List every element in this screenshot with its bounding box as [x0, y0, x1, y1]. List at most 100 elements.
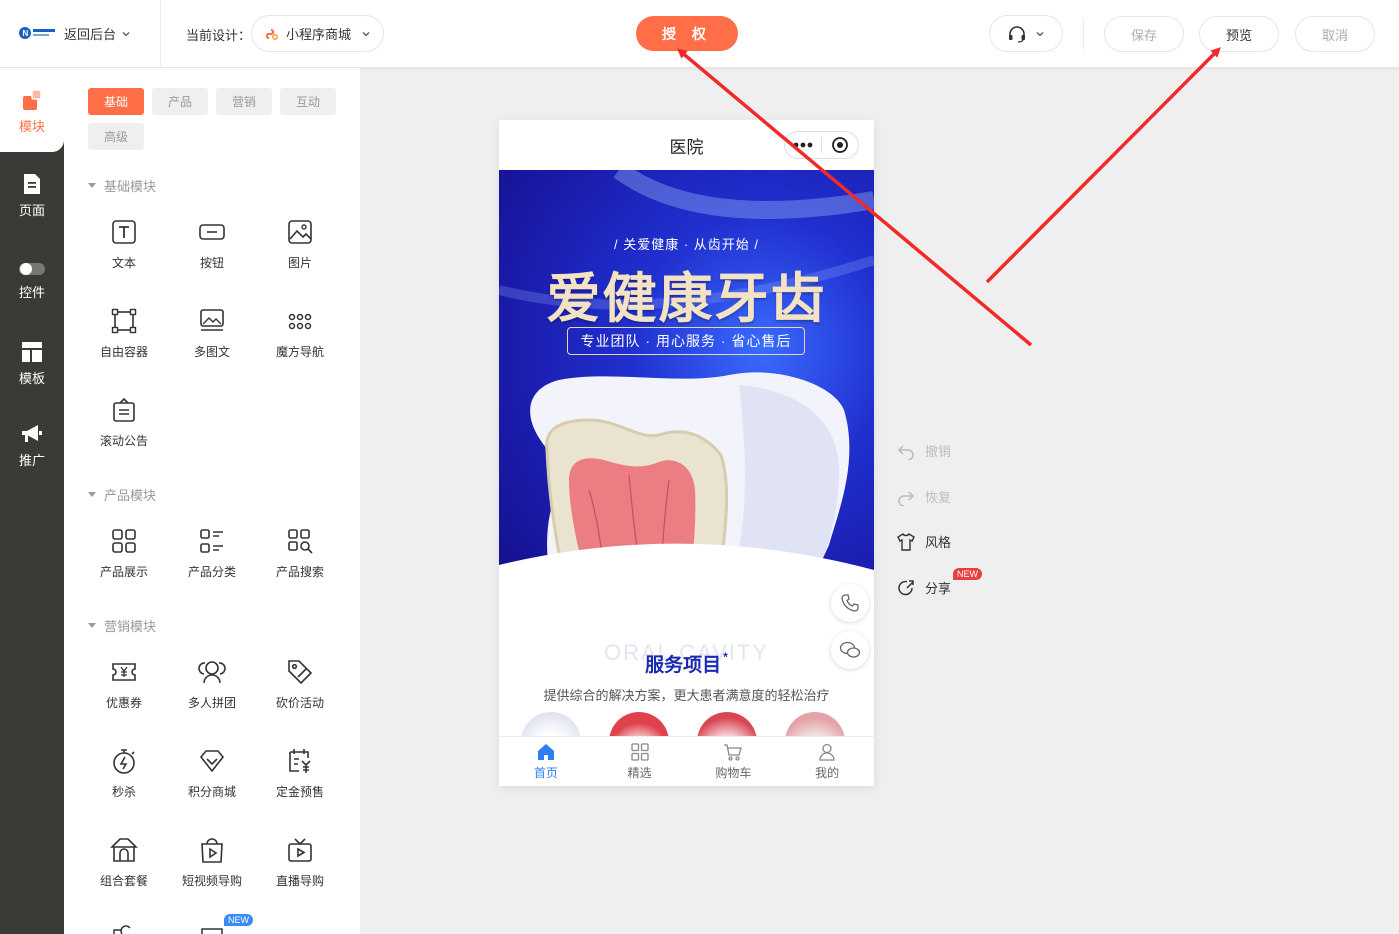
banner-subtitle: / 关爱健康 · 从齿开始 / — [613, 237, 759, 252]
component-label: 自由容器 — [99, 345, 148, 359]
phone-preview: / 关爱健康 · 从齿开始 / 爱健康牙齿 专业团队 · 用心服务 · 省心售后… — [499, 120, 874, 786]
tabbar-label: 我的 — [815, 766, 840, 780]
component-label: 定金预售 — [275, 785, 324, 799]
component-label: 滚动公告 — [99, 434, 148, 448]
component-coupon[interactable]: 优惠券 — [80, 658, 168, 711]
component-label: 砍价活动 — [275, 696, 324, 710]
product-category-icon — [200, 529, 223, 553]
authorize-button[interactable]: 授 权 — [636, 16, 738, 51]
button-icon — [199, 224, 225, 240]
tabbar-home[interactable]: 首页 — [499, 737, 593, 786]
chevron-down-icon — [1036, 31, 1044, 36]
component-label: 多图文 — [193, 345, 230, 359]
partial-component-icon — [113, 925, 131, 934]
nav-item-page[interactable]: 页面 — [0, 172, 64, 219]
miniprogram-icon — [265, 28, 279, 40]
component-image[interactable]: 图片 — [256, 218, 344, 271]
component-label: 文本 — [111, 256, 136, 270]
service-description: 提供综合的解决方案，更大患者满意度的轻松治疗 — [543, 688, 830, 703]
component-multi-image-text[interactable]: 多图文 — [168, 307, 256, 360]
page-icon — [24, 174, 40, 194]
deposit-presale-icon — [289, 749, 311, 773]
component-flash-sale[interactable]: 秒杀 — [80, 747, 168, 800]
nav-item-controls[interactable]: 控件 — [0, 260, 64, 301]
nav-item-modules[interactable]: 模块 — [0, 88, 64, 135]
product-display-icon — [112, 529, 136, 553]
share-button[interactable]: 分享 — [897, 578, 951, 597]
save-button[interactable]: 保存 — [1104, 16, 1184, 52]
divider — [1083, 18, 1084, 50]
tab-interaction[interactable]: 互动 — [280, 88, 336, 115]
component-button[interactable]: 按钮 — [168, 218, 256, 271]
share-label: 分享 — [925, 581, 952, 596]
section-header-product[interactable]: 产品模块 — [88, 485, 156, 504]
back-to-admin-button[interactable]: 返回后台 — [64, 24, 131, 43]
phone-title: 医院 — [669, 137, 704, 157]
free-container-icon — [111, 308, 137, 334]
customer-service-dropdown[interactable] — [989, 15, 1063, 52]
redo-button[interactable]: 恢复 — [897, 487, 951, 506]
wechat-button[interactable] — [831, 631, 869, 669]
chevron-down-icon — [362, 31, 370, 36]
tabbar-mine[interactable]: 我的 — [780, 737, 874, 786]
partial-component-icon — [201, 928, 223, 934]
component-deposit-presale[interactable]: 定金预售 — [256, 747, 344, 800]
nav-item-promote[interactable]: 推广 — [0, 422, 64, 469]
diamond-icon — [199, 750, 225, 773]
new-badge: NEW — [224, 914, 253, 926]
component-product-search[interactable]: 产品搜索 — [256, 527, 344, 580]
phone-call-button[interactable] — [831, 584, 869, 622]
service-title-text: 服务项目 — [645, 655, 722, 676]
phone-icon — [841, 594, 859, 612]
component-points-mall[interactable]: 积分商城 — [168, 747, 256, 800]
wechat-icon — [839, 641, 861, 658]
component-label: 积分商城 — [187, 785, 236, 799]
component-group-buy[interactable]: 多人拼团 — [168, 658, 256, 711]
component-text[interactable]: 文本 — [80, 218, 168, 271]
component-free-container[interactable]: 自由容器 — [80, 307, 168, 360]
style-button[interactable]: 风格 — [897, 532, 951, 551]
tabbar-cart[interactable]: 购物车 — [687, 737, 781, 786]
component-label: 优惠券 — [105, 696, 142, 710]
undo-button[interactable]: 撤销 — [897, 441, 951, 460]
cart-icon — [724, 744, 743, 761]
tab-product[interactable]: 产品 — [152, 88, 208, 115]
tab-advanced[interactable]: 高级 — [88, 123, 144, 150]
nav-label: 页面 — [18, 203, 45, 218]
nav-label: 模板 — [18, 371, 45, 386]
section-header-basic[interactable]: 基础模块 — [88, 176, 156, 195]
component-magic-nav[interactable]: 魔方导航 — [256, 307, 344, 360]
component-short-video[interactable]: 短视频导购 — [168, 836, 256, 889]
preview-button[interactable]: 预览 — [1199, 16, 1279, 52]
component-combo-package[interactable]: 组合套餐 — [80, 836, 168, 889]
cancel-button[interactable]: 取消 — [1295, 16, 1375, 52]
banner-image[interactable]: / 关爱健康 · 从齿开始 / 爱健康牙齿 专业团队 · 用心服务 · 省心售后 — [499, 170, 874, 615]
miniprogram-capsule[interactable] — [784, 131, 859, 159]
coupon-icon — [112, 663, 136, 681]
component-product-display[interactable]: 产品展示 — [80, 527, 168, 580]
component-label: 图片 — [287, 256, 312, 270]
tab-marketing[interactable]: 营销 — [216, 88, 272, 115]
component-label: 魔方导航 — [275, 345, 324, 359]
tv-play-icon — [288, 838, 312, 862]
tab-basic[interactable]: 基础 — [88, 88, 144, 115]
design-selector[interactable]: 小程序商城 — [251, 15, 384, 52]
phone-tabbar: 首页 精选 购物车 我的 — [499, 736, 874, 786]
component-panel: 基础 产品 营销 互动 高级 基础模块 文本 按钮 图片 自由容器 多图文 魔方… — [64, 68, 360, 934]
component-bargain[interactable]: 砍价活动 — [256, 658, 344, 711]
home-icon — [537, 744, 554, 760]
phone-header: 医院 — [499, 120, 874, 170]
style-label: 风格 — [925, 535, 952, 550]
headset-icon — [1009, 25, 1025, 43]
component-scroll-notice[interactable]: 滚动公告 — [80, 396, 168, 449]
user-icon — [819, 743, 835, 761]
component-product-category[interactable]: 产品分类 — [168, 527, 256, 580]
collapse-triangle-icon — [88, 623, 96, 628]
component-live-stream[interactable]: 直播导购 — [256, 836, 344, 889]
nav-item-template[interactable]: 模板 — [0, 340, 64, 387]
section-header-marketing[interactable]: 营销模块 — [88, 616, 156, 635]
section-title: 营销模块 — [104, 619, 157, 634]
tabbar-featured[interactable]: 精选 — [593, 737, 687, 786]
video-bag-icon — [201, 838, 223, 863]
undo-label: 撤销 — [925, 444, 952, 459]
